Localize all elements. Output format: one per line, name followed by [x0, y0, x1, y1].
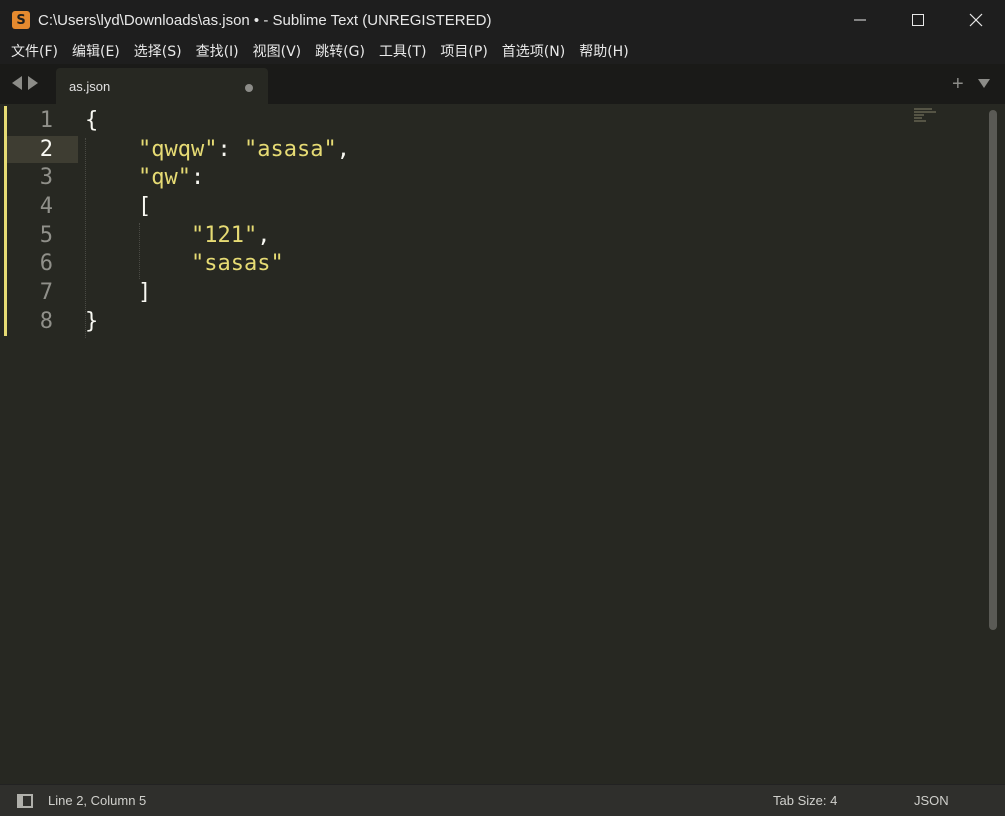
tab-nav	[12, 76, 38, 90]
code-line: "qwqw": "asasa",	[85, 137, 350, 166]
menu-selection[interactable]: 选择(S)	[127, 40, 189, 64]
line-number: 7	[39, 280, 53, 306]
close-button[interactable]	[947, 0, 1005, 40]
line-number: 6	[39, 251, 53, 277]
menu-bar: 文件(F) 编辑(E) 选择(S) 查找(I) 视图(V) 跳转(G) 工具(T…	[0, 40, 1005, 64]
menu-view[interactable]: 视图(V)	[246, 40, 309, 64]
line-number: 3	[39, 165, 53, 191]
line-number: 2	[39, 136, 53, 162]
code-line: {	[85, 108, 350, 137]
editor-area[interactable]: 1 2 3 45 6 78 { "qwqw": "asasa", "qw": [ "121…	[0, 104, 1005, 784]
title-bar: S C:\Users\lyd\Downloads\as.json • - Sub…	[0, 0, 1005, 40]
sublime-window: S C:\Users\lyd\Downloads\as.json • - Sub…	[0, 0, 1005, 816]
cursor-position[interactable]: Line 2, Column 5	[48, 793, 146, 808]
unsaved-dot-icon[interactable]	[245, 84, 253, 92]
window-title: C:\Users\lyd\Downloads\as.json • - Subli…	[38, 11, 492, 29]
code-text[interactable]: { "qwqw": "asasa", "qw": [ "121", "sasas…	[85, 108, 350, 338]
code-token: ,	[336, 136, 350, 162]
menu-find[interactable]: 查找(I)	[189, 40, 246, 64]
minimize-icon	[854, 19, 866, 21]
window-controls	[831, 0, 1005, 40]
maximize-button[interactable]	[889, 0, 947, 40]
code-line: ]	[85, 280, 350, 309]
code-line: "sasas"	[85, 251, 350, 280]
code-line: "qw":	[85, 165, 350, 194]
string-token: "qwqw"	[137, 136, 218, 162]
menu-help[interactable]: 帮助(H)	[572, 40, 635, 64]
code-token: ]	[137, 280, 152, 306]
chevron-down-icon[interactable]	[978, 79, 990, 88]
string-token: "sasas"	[190, 251, 284, 277]
string-token: "asasa"	[243, 136, 337, 162]
code-line: }	[85, 309, 350, 338]
string-token: "121"	[190, 222, 258, 248]
arrow-left-icon[interactable]	[12, 76, 22, 90]
code-token: :	[190, 165, 205, 191]
minimize-button[interactable]	[831, 0, 889, 40]
code-token: ,	[257, 222, 271, 248]
menu-preferences[interactable]: 首选项(N)	[495, 40, 572, 64]
tab-size[interactable]: Tab Size: 4	[773, 793, 837, 808]
line-number: 1	[39, 108, 53, 133]
line-number: 4	[39, 194, 53, 220]
line-number: 8	[39, 308, 53, 334]
string-token: "qw"	[137, 165, 191, 191]
line-number: 5	[39, 222, 53, 248]
close-icon	[969, 13, 983, 27]
tab-bar: as.json +	[0, 64, 1005, 104]
code-token: }	[85, 308, 99, 334]
code-token: :	[217, 136, 244, 162]
arrow-right-icon[interactable]	[28, 76, 38, 90]
line-number-gutter: 1 2 3 45 6 78	[7, 108, 53, 338]
sublime-text-icon: S	[12, 11, 30, 29]
code-token: [	[137, 194, 152, 220]
code-line: [	[85, 194, 350, 223]
panel-toggle-icon[interactable]	[17, 794, 33, 808]
menu-goto[interactable]: 跳转(G)	[308, 40, 372, 64]
menu-tools[interactable]: 工具(T)	[372, 40, 433, 64]
maximize-icon	[912, 14, 924, 26]
code-token: {	[85, 108, 99, 133]
tab-as-json[interactable]: as.json	[56, 68, 268, 104]
menu-file[interactable]: 文件(F)	[4, 40, 65, 64]
vertical-scrollbar[interactable]	[989, 110, 997, 630]
code-line: "121",	[85, 223, 350, 252]
menu-project[interactable]: 项目(P)	[433, 40, 494, 64]
tab-label: as.json	[69, 79, 111, 94]
plus-icon[interactable]: +	[952, 74, 964, 94]
minimap[interactable]	[914, 108, 938, 124]
status-bar: Line 2, Column 5 Tab Size: 4 JSON	[0, 784, 1005, 816]
menu-edit[interactable]: 编辑(E)	[65, 40, 127, 64]
syntax-mode[interactable]: JSON	[914, 793, 949, 808]
